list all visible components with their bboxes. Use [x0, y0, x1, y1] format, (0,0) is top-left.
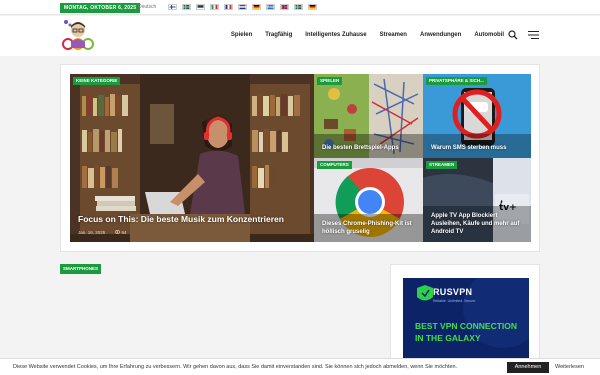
- category-badge[interactable]: KEINE KATEGORIE: [73, 77, 121, 85]
- language-label: Deutsch: [138, 4, 157, 10]
- nav-item-automobil[interactable]: Automobil: [474, 32, 504, 38]
- nav-item-anwendungen[interactable]: Anwendungen: [420, 32, 461, 38]
- flag-finland-icon[interactable]: [168, 4, 177, 10]
- featured-post-tile[interactable]: SPIELEN Die besten Brettspiel-Apps: [314, 74, 423, 158]
- flag-sweden-icon[interactable]: [294, 4, 303, 10]
- cookie-text: Diese Website verwendet Cookies, um Ihre…: [13, 364, 458, 370]
- nav-item-intelligentes-zuhause[interactable]: Intelligentes Zuhause: [305, 32, 366, 38]
- ad-tagline: Reliable. Unlimited. Secure.: [433, 299, 477, 303]
- ad-headline: BEST VPN CONNECTION IN THE GALAXY: [415, 321, 518, 343]
- flag-sweden-icon[interactable]: [182, 4, 191, 10]
- post-date: Jan. 16, 2025: [78, 230, 106, 235]
- search-icon[interactable]: [508, 30, 518, 40]
- flag-germany-icon[interactable]: [252, 4, 261, 10]
- flag-estonia-icon[interactable]: [196, 4, 205, 10]
- language-flags: [168, 4, 317, 10]
- post-meta: Jan. 16, 2025 64: [78, 230, 127, 235]
- eye-icon: [115, 230, 121, 234]
- site-header: Spielen Tragfähig Intelligentes Zuhause …: [0, 16, 600, 56]
- flag-france-icon[interactable]: [224, 4, 233, 10]
- read-more-link[interactable]: Weiterlesen: [555, 364, 584, 370]
- tile-title[interactable]: Apple TV App Blockiert Ausleihen, Käufe …: [431, 212, 525, 236]
- nav-item-spielen[interactable]: Spielen: [231, 32, 252, 38]
- cookie-banner: Diese Website verwendet Cookies, um Ihre…: [0, 358, 600, 375]
- top-bar: MONTAG, OKTOBER 6, 2025 Deutsch: [0, 0, 600, 15]
- site-logo[interactable]: [60, 18, 96, 54]
- featured-post-main[interactable]: KEINE KATEGORIE Focus on This: Die beste…: [70, 74, 314, 242]
- hamburger-menu-icon[interactable]: [528, 30, 539, 40]
- accept-cookies-button[interactable]: Annehmen: [507, 362, 549, 373]
- featured-post-title[interactable]: Focus on This: Die beste Musik zum Konze…: [78, 214, 308, 224]
- flag-greece-icon[interactable]: [266, 4, 275, 10]
- tile-title[interactable]: Die besten Brettspiel-Apps: [322, 144, 417, 152]
- category-badge[interactable]: SPIELEN: [317, 77, 343, 85]
- tile-title[interactable]: Warum SMS sterben muss: [431, 144, 525, 152]
- tile-title[interactable]: Dieses Chrome-Phishing-Kit ist höllisch …: [322, 220, 417, 236]
- nav-item-tragfaehig[interactable]: Tragfähig: [265, 32, 292, 38]
- ad-brand: RUSVPN: [433, 287, 473, 297]
- nav-item-streamen[interactable]: Streamen: [380, 32, 407, 38]
- flag-netherlands-icon[interactable]: [238, 4, 247, 10]
- featured-post-tile[interactable]: tv+ STREAMEN Apple TV App Blockiert Ausl…: [423, 158, 531, 242]
- main-nav: Spielen Tragfähig Intelligentes Zuhause …: [231, 16, 504, 54]
- featured-post-tile[interactable]: PRIVATSPHÄRE & SICH... Warum SMS sterben…: [423, 74, 531, 158]
- section-label-smartphones[interactable]: SMARTPHONES: [60, 264, 102, 274]
- featured-post-tile[interactable]: COMPUTERS Dieses Chrome-Phishing-Kit ist…: [314, 158, 423, 242]
- post-views: 64: [115, 230, 127, 235]
- category-badge[interactable]: STREAMEN: [426, 161, 458, 169]
- views-count: 64: [121, 230, 127, 235]
- date-badge: MONTAG, OKTOBER 6, 2025: [60, 3, 141, 13]
- flag-germany-icon[interactable]: [308, 4, 317, 10]
- category-badge[interactable]: COMPUTERS: [317, 161, 352, 169]
- flag-norway-icon[interactable]: [280, 4, 289, 10]
- featured-posts: KEINE KATEGORIE Focus on This: Die beste…: [60, 64, 540, 252]
- flag-italy-icon[interactable]: [210, 4, 219, 10]
- category-badge[interactable]: PRIVATSPHÄRE & SICH...: [426, 77, 487, 85]
